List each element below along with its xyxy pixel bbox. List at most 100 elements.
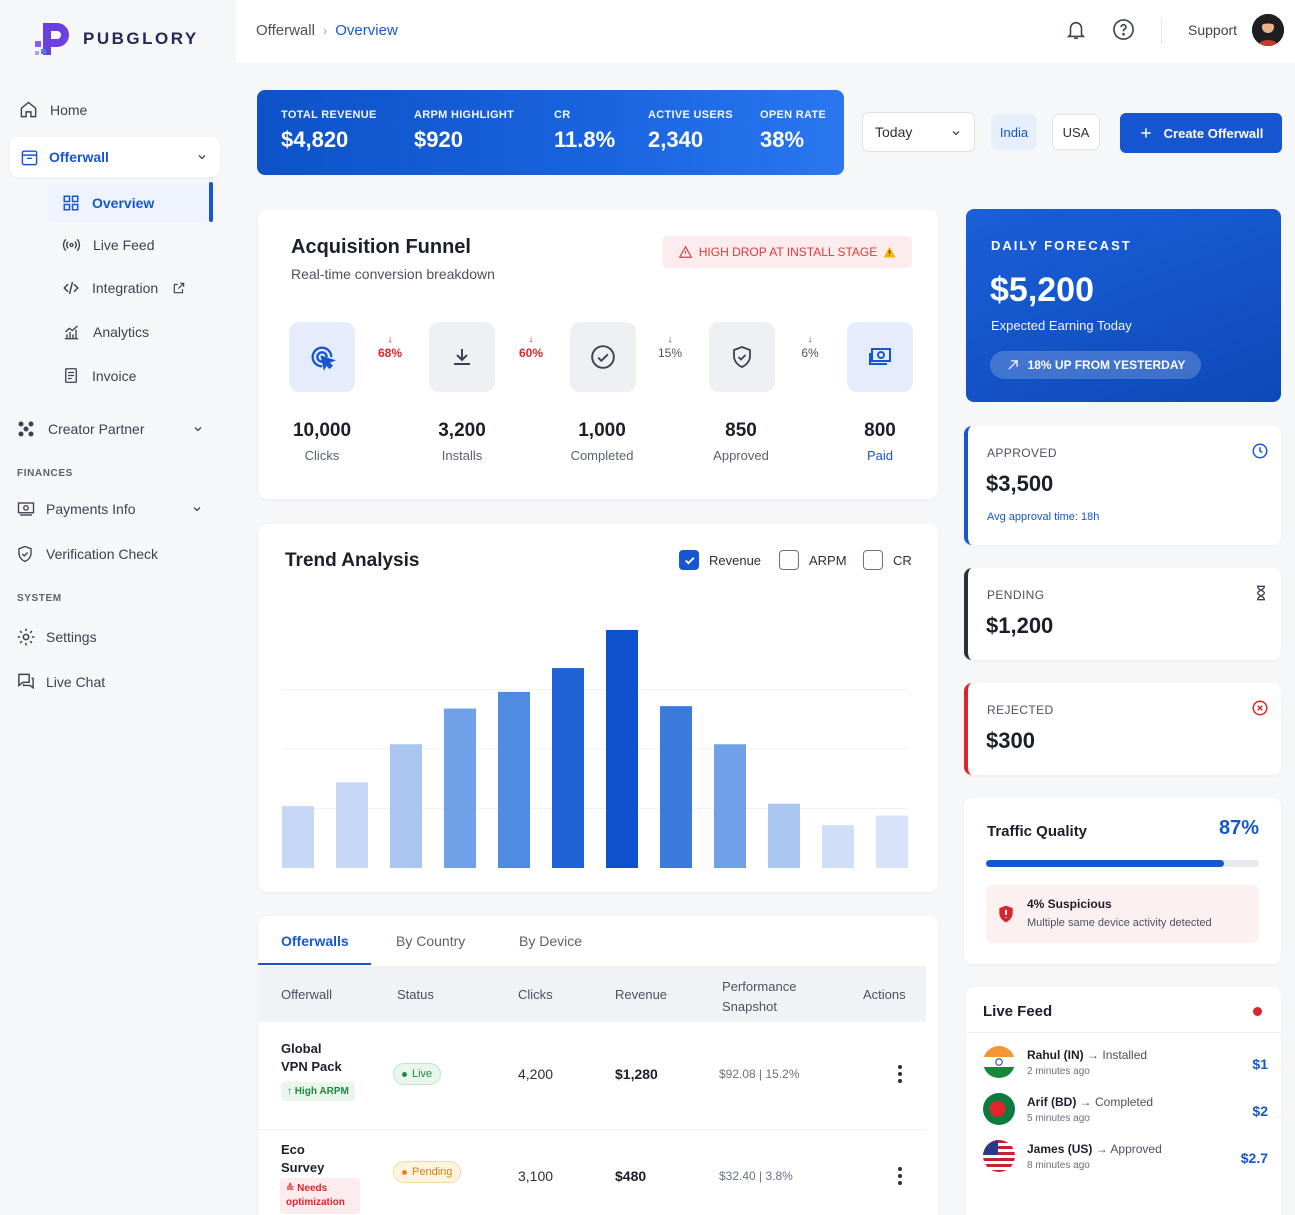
offerwalls-table-card: Offerwalls By Country By Device Offerwal… (258, 916, 938, 1215)
checkbox-checked[interactable] (679, 550, 699, 570)
user-avatar-icon (1252, 14, 1284, 46)
cursor-click-icon (311, 346, 336, 371)
kpi-label: OPEN RATE (760, 109, 827, 121)
revenue-bar[interactable] (498, 691, 530, 868)
stage-value: 1,000 (578, 420, 626, 441)
toggle-cr[interactable]: CR (863, 550, 912, 570)
drop-value: 6% (801, 346, 819, 360)
live-feed-item[interactable]: Rahul (IN) → Installed 2 minutes ago $1 (983, 1046, 1268, 1082)
column-header: Actions (863, 987, 906, 1002)
bell-icon[interactable] (1065, 18, 1087, 42)
help-icon[interactable] (1112, 18, 1135, 41)
nav-home[interactable]: Home (19, 100, 87, 119)
nav-creator-partner[interactable]: Creator Partner (16, 419, 204, 439)
nav-live-chat-label: Live Chat (46, 673, 106, 690)
user-action: Approved (1110, 1142, 1162, 1156)
status-value: $3,500 (986, 471, 1054, 496)
kpi-open-rate: OPEN RATE 38% (760, 109, 826, 153)
user-name: Rahul (IN) (1027, 1048, 1084, 1062)
user-name: Arif (BD) (1027, 1095, 1077, 1109)
support-link[interactable]: Support (1188, 22, 1237, 38)
nav-integration[interactable]: Integration (62, 279, 186, 297)
stage-value: 800 (864, 420, 896, 441)
nav-live-chat[interactable]: Live Chat (16, 672, 105, 691)
period-select[interactable]: Today (862, 112, 975, 152)
nav-overview[interactable]: Overview (62, 194, 154, 212)
revenue-bar[interactable] (552, 668, 584, 868)
tab-by-device[interactable]: By Device (519, 933, 582, 949)
tab-by-country[interactable]: By Country (396, 933, 465, 949)
shield-check-icon (733, 346, 751, 368)
checkbox-unchecked[interactable] (863, 550, 883, 570)
active-indicator (209, 182, 213, 222)
kpi-value: $920 (414, 127, 463, 152)
tab-offerwalls[interactable]: Offerwalls (281, 933, 349, 949)
nav-integration-label: Integration (92, 280, 159, 296)
suspicious-title: 4% Suspicious (1027, 897, 1112, 911)
acquisition-funnel-card: Acquisition Funnel Real-time conversion … (258, 210, 938, 499)
revenue-bar[interactable] (336, 782, 368, 868)
status-dot-icon (402, 1071, 407, 1077)
performance-tag: ↑ High ARPM (281, 1082, 355, 1101)
clicks-value: 3,100 (518, 1168, 554, 1184)
down-arrow-icon: ↓ (807, 334, 813, 345)
checkbox-unchecked[interactable] (779, 550, 799, 570)
warning-emoji-icon (883, 246, 896, 258)
revenue-bar[interactable] (822, 825, 854, 868)
warning-up-icon: ≙ (286, 1183, 298, 1194)
breadcrumb-item-overview[interactable]: Overview (335, 22, 398, 39)
kpi-value: $4,820 (281, 127, 349, 152)
pending-card: PENDING $1,200 (964, 568, 1281, 660)
nav-verification-check[interactable]: Verification Check (16, 544, 158, 564)
section-system: SYSTEM (17, 593, 62, 604)
approval-time-note: Avg approval time: 18h (987, 511, 1100, 523)
forecast-trend-pill: 18% UP FROM YESTERDAY (990, 351, 1201, 379)
revenue-bar[interactable] (390, 744, 422, 868)
create-offerwall-button[interactable]: Create Offerwall (1120, 113, 1282, 153)
revenue-bar[interactable] (714, 744, 746, 868)
india-flag-icon (983, 1046, 1015, 1078)
stage-value: 10,000 (292, 420, 352, 441)
logo[interactable]: PUBGLORY (33, 17, 199, 61)
avatar[interactable] (1252, 14, 1284, 46)
performance-tag: ≙ Needs optimization (280, 1178, 360, 1214)
revenue-bar[interactable] (444, 708, 476, 868)
nav-live-feed[interactable]: Live Feed (62, 236, 154, 254)
breadcrumb-item-offerwall[interactable]: Offerwall (256, 22, 315, 39)
live-feed-item[interactable]: James (US) → Approved 8 minutes ago $2.7 (983, 1140, 1268, 1176)
nav-settings[interactable]: Settings (16, 627, 97, 647)
code-icon (63, 281, 79, 295)
nav-offerwall[interactable]: Offerwall (10, 137, 220, 177)
traffic-quality-bar (986, 860, 1259, 867)
nav-creator-partner-label: Creator Partner (48, 421, 145, 437)
amount: $2.7 (1240, 1150, 1268, 1166)
revenue-bar[interactable] (282, 806, 314, 868)
nav-analytics[interactable]: Analytics (62, 323, 149, 341)
live-feed-item[interactable]: Arif (BD) → Completed 5 minutes ago $2 (983, 1093, 1268, 1129)
revenue-bar[interactable] (768, 803, 800, 868)
stage-label[interactable]: Paid (830, 448, 930, 463)
revenue-bar[interactable] (606, 630, 638, 868)
country-filter-usa[interactable]: USA (1052, 114, 1100, 150)
toggle-revenue[interactable]: Revenue (679, 550, 761, 570)
more-vertical-icon[interactable] (896, 1063, 904, 1085)
revenue-bar[interactable] (876, 815, 908, 868)
nav-invoice[interactable]: Invoice (62, 366, 136, 385)
column-header: Status (397, 987, 434, 1002)
column-header: Performance Snapshot (722, 979, 797, 1014)
toggle-label: ARPM (809, 552, 847, 568)
country-filter-india[interactable]: India (991, 114, 1037, 150)
gift-box-icon (21, 149, 38, 165)
more-vertical-icon[interactable] (896, 1165, 904, 1187)
revenue-bar[interactable] (660, 706, 692, 868)
nav-payments-info[interactable]: Payments Info (16, 500, 203, 518)
approved-card: APPROVED $3,500 Avg approval time: 18h (964, 426, 1281, 545)
table-tabs: Offerwalls By Country By Device (258, 916, 938, 966)
x-circle-icon (1252, 700, 1268, 716)
traffic-quality-value: 87% (1218, 817, 1259, 839)
stage-completed-box (570, 322, 636, 392)
grid-icon (63, 195, 79, 211)
drop-completed-approved: ↓ 15% (650, 334, 690, 360)
hourglass-icon (1256, 585, 1266, 601)
toggle-arpm[interactable]: ARPM (779, 550, 847, 570)
